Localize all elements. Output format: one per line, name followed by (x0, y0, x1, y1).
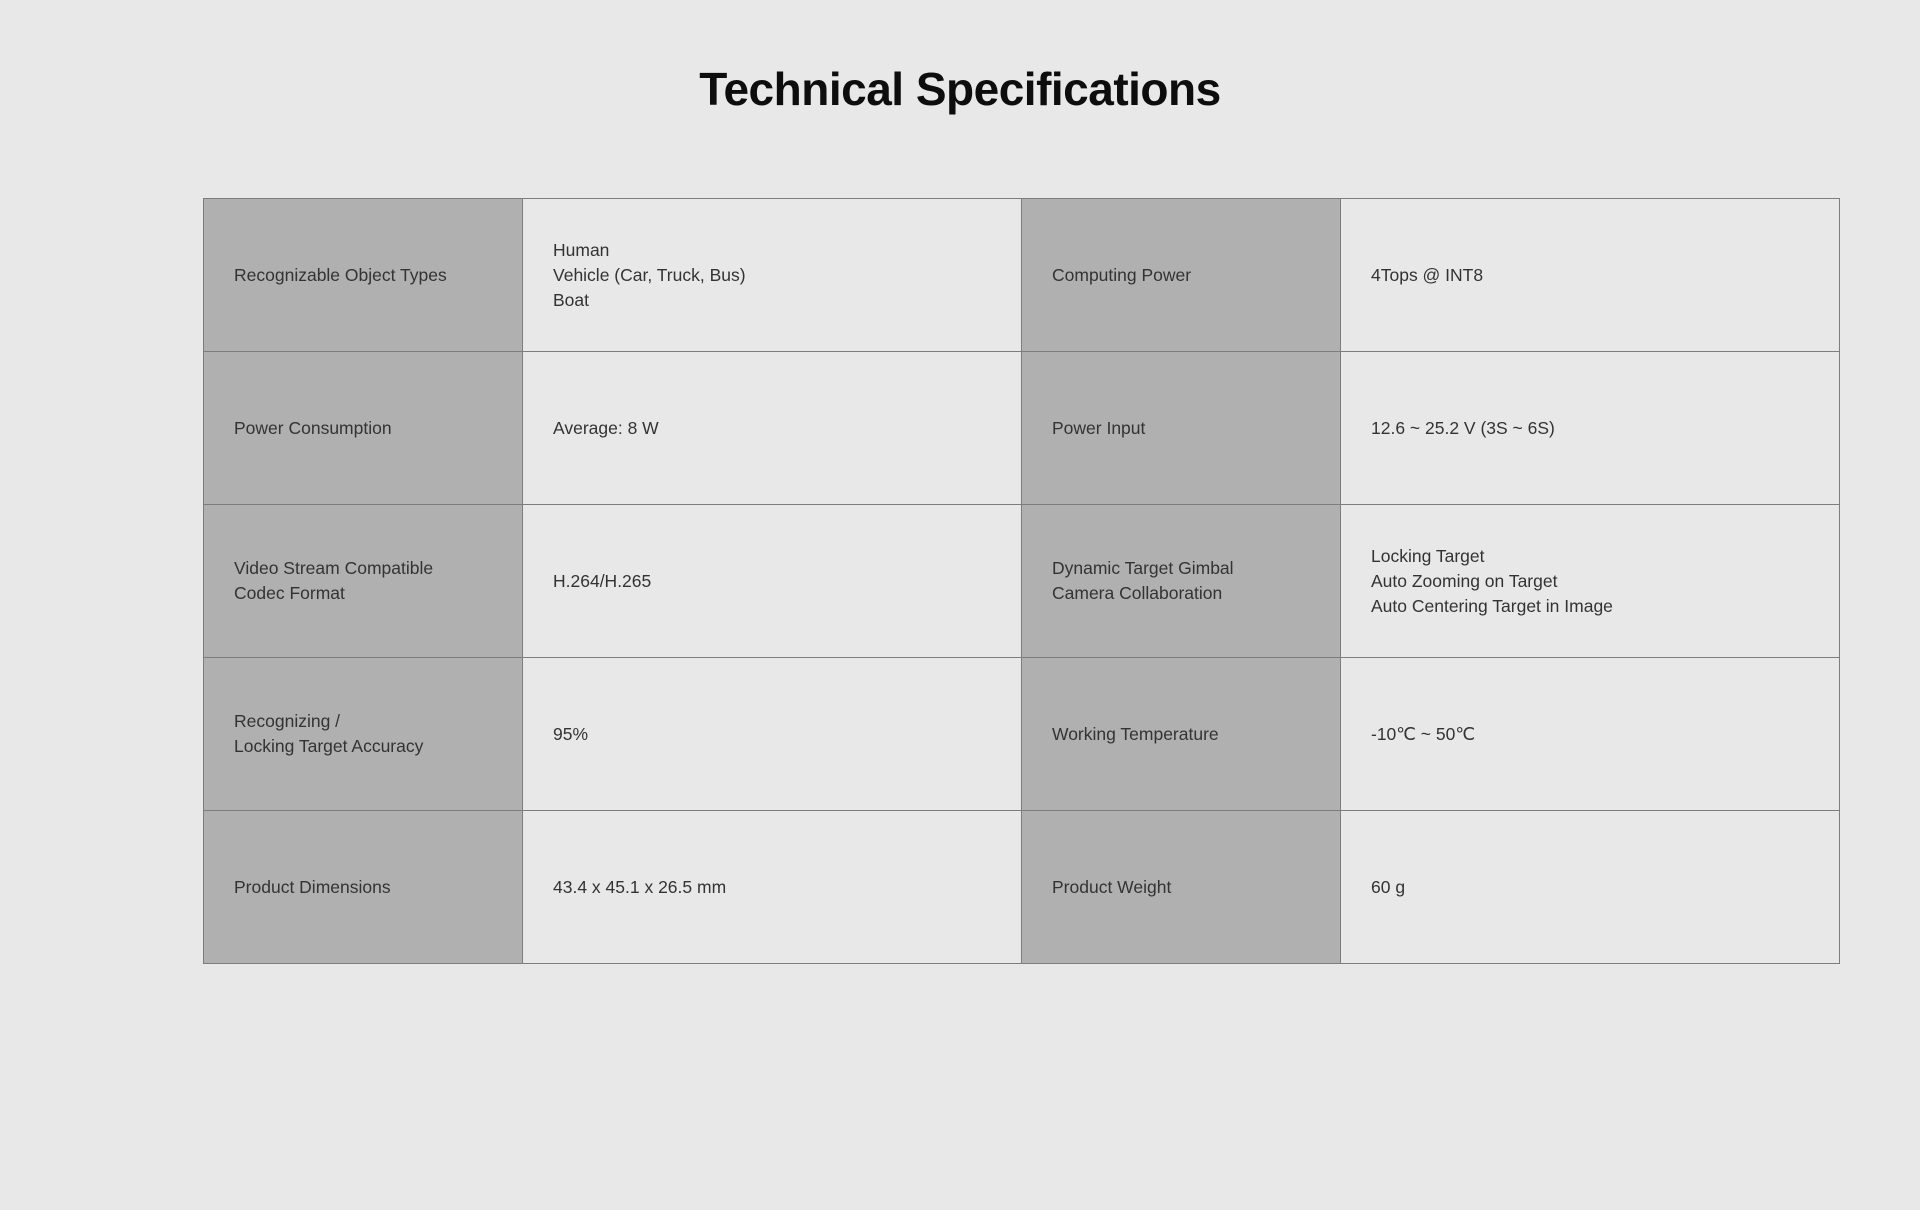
spec-value-working-temperature: -10℃ ~ 50℃ (1340, 657, 1840, 811)
spec-value-text: Average: 8 W (553, 417, 659, 438)
spec-label-working-temperature: Working Temperature (1021, 657, 1341, 811)
spec-label-power-input: Power Input (1021, 351, 1341, 505)
spec-label-text: Power Consumption (234, 417, 392, 438)
table-row: Video Stream Compatible Codec Format H.2… (203, 504, 1840, 658)
spec-value-power-input: 12.6 ~ 25.2 V (3S ~ 6S) (1340, 351, 1840, 505)
spec-label-recognizing-locking-target-accuracy: Recognizing / Locking Target Accuracy (203, 657, 523, 811)
spec-label-power-consumption: Power Consumption (203, 351, 523, 505)
spec-value-text: 95% (553, 723, 589, 744)
spec-label-text: Computing Power (1052, 264, 1192, 285)
spec-value-text: 12.6 ~ 25.2 V (3S ~ 6S) (1371, 417, 1555, 438)
table-row: Power Consumption Average: 8 W Power Inp… (203, 351, 1840, 505)
spec-label-computing-power: Computing Power (1021, 198, 1341, 352)
spec-value-video-stream-codec-format: H.264/H.265 (522, 504, 1022, 658)
spec-label-product-dimensions: Product Dimensions (203, 810, 523, 964)
table-row: Recognizing / Locking Target Accuracy 95… (203, 657, 1840, 811)
spec-label-text: Video Stream Compatible Codec Format (234, 558, 434, 603)
spec-value-text: -10℃ ~ 50℃ (1371, 723, 1476, 744)
spec-value-dynamic-target-gimbal-camera-collaboration: Locking Target Auto Zooming on Target Au… (1340, 504, 1840, 658)
table-row: Product Dimensions 43.4 x 45.1 x 26.5 mm… (203, 810, 1840, 964)
spec-label-product-weight: Product Weight (1021, 810, 1341, 964)
spec-value-product-dimensions: 43.4 x 45.1 x 26.5 mm (522, 810, 1022, 964)
spec-label-text: Product Weight (1052, 876, 1172, 897)
spec-value-recognizing-locking-target-accuracy: 95% (522, 657, 1022, 811)
spec-label-text: Recognizable Object Types (234, 264, 447, 285)
spec-value-text: 60 g (1371, 876, 1406, 897)
specifications-page: Technical Specifications Recognizable Ob… (0, 0, 1920, 1210)
spec-value-text: 4Tops @ INT8 (1371, 264, 1484, 285)
page-title: Technical Specifications (699, 63, 1221, 115)
spec-value-text: H.264/H.265 (553, 570, 652, 591)
spec-value-text: Human Vehicle (Car, Truck, Bus) Boat (553, 239, 746, 310)
specifications-table: Recognizable Object Types Human Vehicle … (203, 198, 1840, 964)
spec-value-recognizable-object-types: Human Vehicle (Car, Truck, Bus) Boat (522, 198, 1022, 352)
spec-label-text: Recognizing / Locking Target Accuracy (234, 711, 424, 756)
spec-value-text: Locking Target Auto Zooming on Target Au… (1371, 545, 1613, 616)
spec-value-computing-power: 4Tops @ INT8 (1340, 198, 1840, 352)
spec-label-video-stream-codec-format: Video Stream Compatible Codec Format (203, 504, 523, 658)
spec-label-text: Power Input (1052, 417, 1146, 438)
spec-label-text: Product Dimensions (234, 876, 391, 897)
spec-label-dynamic-target-gimbal-camera-collaboration: Dynamic Target Gimbal Camera Collaborati… (1021, 504, 1341, 658)
spec-label-recognizable-object-types: Recognizable Object Types (203, 198, 523, 352)
spec-label-text: Dynamic Target Gimbal Camera Collaborati… (1052, 558, 1234, 603)
spec-label-text: Working Temperature (1052, 723, 1219, 744)
spec-value-product-weight: 60 g (1340, 810, 1840, 964)
spec-value-text: 43.4 x 45.1 x 26.5 mm (553, 876, 727, 897)
spec-value-power-consumption: Average: 8 W (522, 351, 1022, 505)
table-row: Recognizable Object Types Human Vehicle … (203, 198, 1840, 352)
